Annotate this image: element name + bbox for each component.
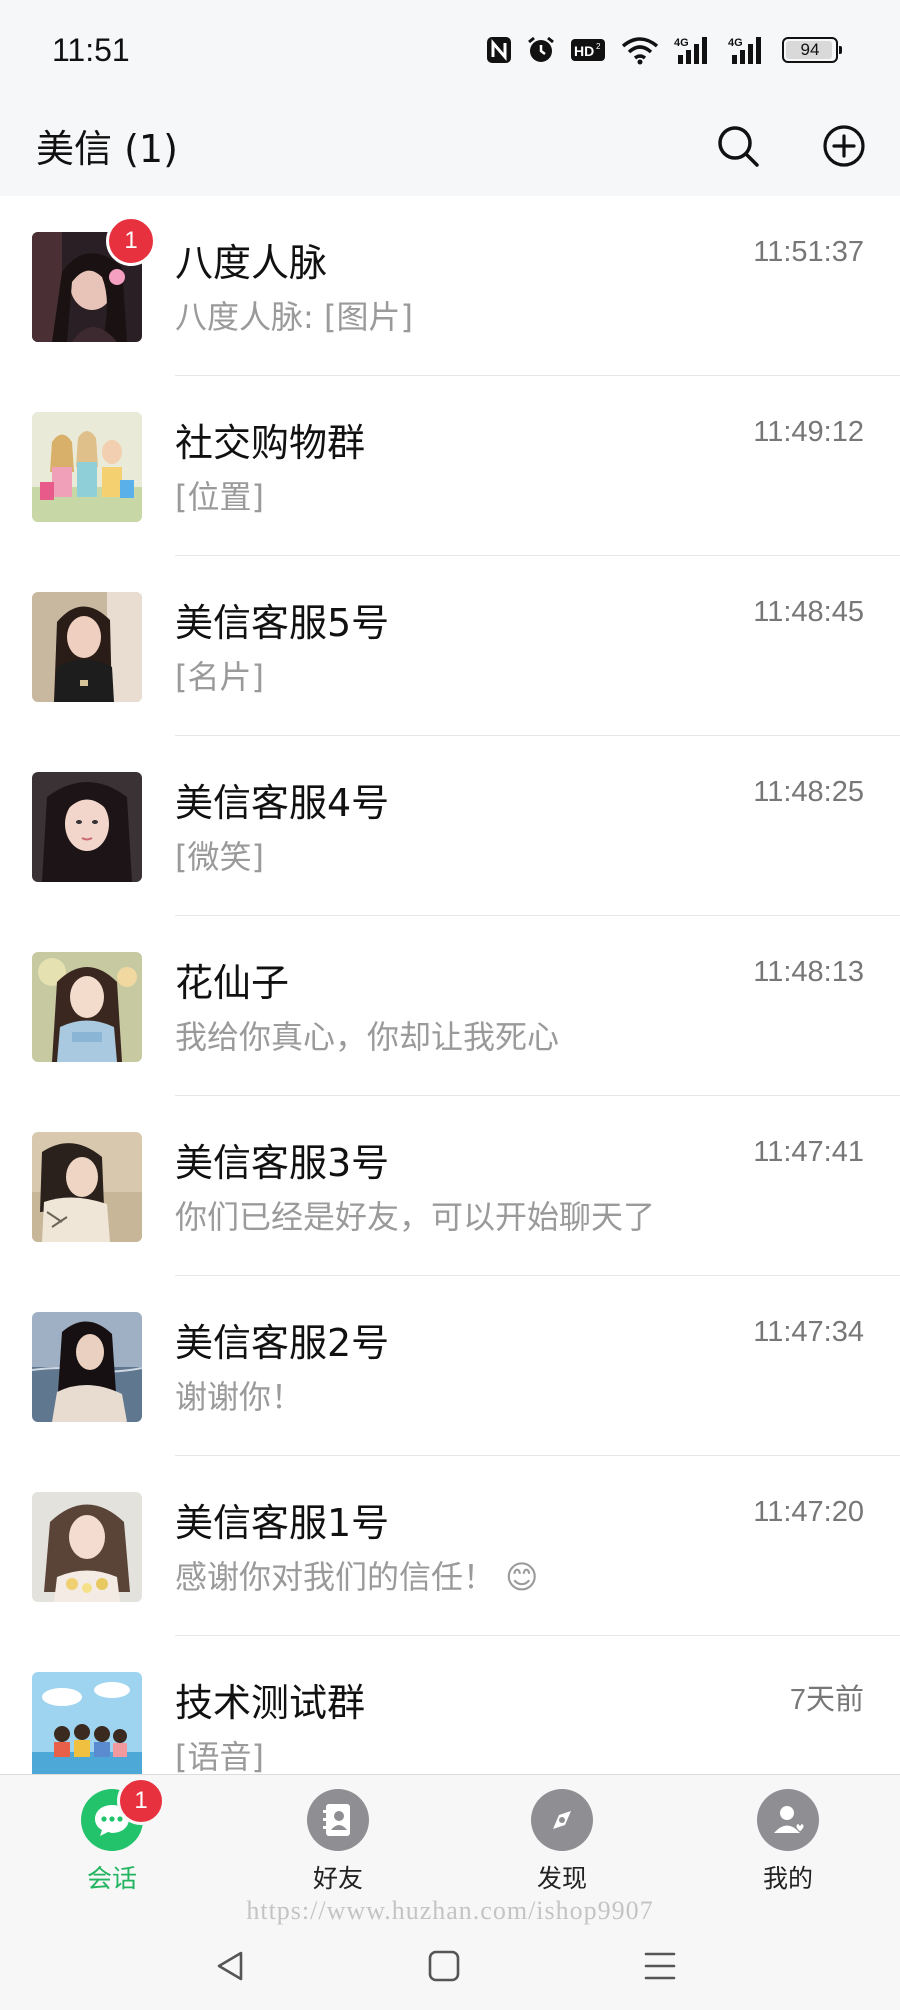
battery-icon: 94	[782, 37, 842, 63]
chat-name: 八度人脉	[175, 241, 328, 285]
tab-me[interactable]: 我的	[718, 1789, 858, 1899]
chat-preview: 谢谢你！	[175, 1378, 304, 1416]
chat-preview: 八度人脉: [图片]	[175, 298, 413, 336]
chat-time: 11:49:12	[753, 416, 864, 448]
chat-name: 美信客服5号	[175, 601, 390, 645]
menu-button[interactable]	[640, 1946, 680, 1986]
chat-time: 7天前	[789, 1684, 864, 1716]
signal-4g-icon: 4G	[674, 35, 714, 65]
chat-bubble-icon: 1	[81, 1777, 165, 1851]
nav-label: 我的	[762, 1864, 813, 1893]
battery-level: 94	[800, 40, 820, 59]
nav-label: 发现	[536, 1864, 587, 1893]
chat-preview: [名片]	[175, 658, 264, 696]
chat-item[interactable]: 美信客服1号 11:47:20 感谢你对我们的信任！ 😊	[0, 1456, 900, 1636]
bottom-nav: 1 会话 好友 发现 我的	[0, 1774, 900, 1904]
status-time: 11:51	[52, 32, 130, 68]
chat-item[interactable]: 社交购物群 11:49:12 [位置]	[0, 376, 900, 556]
chat-preview: [位置]	[175, 478, 264, 516]
avatar	[32, 952, 142, 1062]
chat-name: 社交购物群	[175, 421, 366, 465]
app-header: 美信 (1)	[0, 100, 900, 196]
compass-icon	[531, 1789, 593, 1851]
chat-preview: 你们已经是好友，可以开始聊天了	[175, 1198, 656, 1236]
back-icon	[217, 1951, 243, 1981]
signal-4g-icon: 4G	[728, 35, 768, 65]
search-icon	[718, 126, 759, 167]
back-button[interactable]	[210, 1946, 250, 1986]
wifi-icon	[620, 35, 660, 65]
nav-unread-badge: 1	[117, 1777, 165, 1825]
add-button[interactable]	[816, 118, 872, 174]
add-icon	[823, 125, 865, 167]
chat-time: 11:47:20	[753, 1496, 864, 1528]
svg-text:4G: 4G	[728, 37, 743, 49]
tab-discover[interactable]: 发现	[492, 1789, 632, 1899]
chat-time: 11:48:13	[753, 956, 864, 988]
chat-name: 美信客服4号	[175, 781, 390, 825]
unread-badge: 1	[106, 216, 156, 266]
avatar	[32, 772, 142, 882]
watermark: https://www.huzhan.com/ishop9907	[246, 1896, 654, 1925]
avatar	[32, 1492, 142, 1602]
profile-icon	[757, 1789, 819, 1851]
chat-name: 技术测试群	[175, 1681, 366, 1725]
status-bar: 11:51 HD 2 4G 4G 94	[0, 0, 900, 100]
chat-name: 美信客服3号	[175, 1141, 390, 1185]
chat-item[interactable]: 技术测试群 7天前 [语音]	[0, 1636, 900, 1774]
search-button[interactable]	[710, 118, 766, 174]
avatar	[32, 592, 142, 702]
svg-text:HD: HD	[574, 43, 594, 59]
chat-name: 花仙子	[175, 961, 290, 1005]
chat-preview: [语音]	[175, 1738, 264, 1774]
nav-label: 好友	[312, 1864, 363, 1893]
chat-item[interactable]: 美信客服3号 11:47:41 你们已经是好友，可以开始聊天了	[0, 1096, 900, 1276]
chat-item[interactable]: 花仙子 11:48:13 我给你真心，你却让我死心	[0, 916, 900, 1096]
chat-list: 1 八度人脉 11:51:37 八度人脉: [图片] 社交购物群 11:49:1…	[0, 196, 900, 1774]
chat-preview: 感谢你对我们的信任！ 😊	[175, 1558, 539, 1596]
avatar	[32, 412, 142, 522]
chat-time: 11:48:25	[753, 776, 864, 808]
chat-time: 11:47:41	[753, 1136, 864, 1168]
alarm-icon	[526, 35, 556, 65]
contacts-icon	[307, 1789, 369, 1851]
chat-time: 11:48:45	[753, 596, 864, 628]
chat-item[interactable]: 美信客服4号 11:48:25 [微笑]	[0, 736, 900, 916]
chat-name: 美信客服1号	[175, 1501, 390, 1545]
page-title: 美信 (1)	[36, 127, 178, 171]
svg-text:4G: 4G	[674, 37, 689, 49]
avatar	[32, 1672, 142, 1774]
tab-friends[interactable]: 好友	[268, 1789, 408, 1899]
chat-time: 11:51:37	[753, 236, 864, 268]
tab-conversations[interactable]: 1 会话	[42, 1777, 182, 1899]
chat-item[interactable]: 美信客服5号 11:48:45 [名片]	[0, 556, 900, 736]
avatar	[32, 1312, 142, 1422]
chat-name: 美信客服2号	[175, 1321, 390, 1365]
home-button[interactable]	[424, 1946, 464, 1986]
avatar	[32, 1132, 142, 1242]
chat-preview: 我给你真心，你却让我死心	[175, 1018, 560, 1056]
nav-label: 会话	[86, 1864, 137, 1893]
chat-preview: [微笑]	[175, 838, 264, 876]
menu-icon	[644, 1952, 676, 1980]
nfc-icon	[486, 36, 512, 64]
svg-text:2: 2	[596, 42, 601, 51]
chat-item[interactable]: 1 八度人脉 11:51:37 八度人脉: [图片]	[0, 196, 900, 376]
status-icons: HD 2 4G 4G 94	[486, 30, 842, 70]
home-icon	[428, 1950, 460, 1982]
chat-item[interactable]: 美信客服2号 11:47:34 谢谢你！	[0, 1276, 900, 1456]
hd-icon: HD 2	[570, 37, 606, 63]
chat-time: 11:47:34	[753, 1316, 864, 1348]
